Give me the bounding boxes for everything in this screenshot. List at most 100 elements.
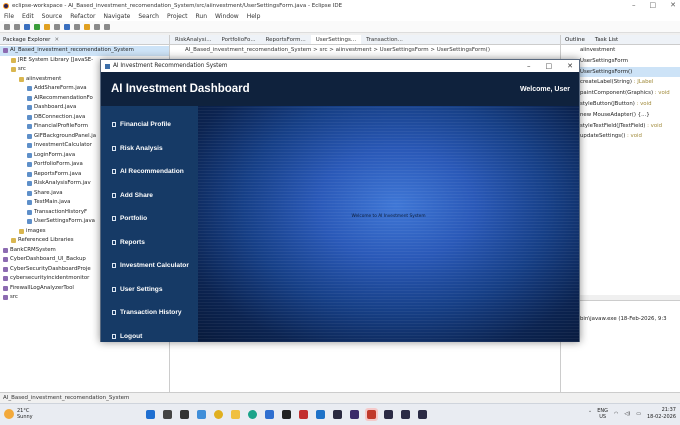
store-taskbar-icon[interactable] [263,408,276,421]
new-icon[interactable] [4,23,10,30]
close-icon[interactable]: ✕ [670,0,676,11]
menu-refactor[interactable]: Refactor [70,13,95,20]
search-icon[interactable] [74,23,80,30]
tree-item-label: LoginForm.java [34,151,76,158]
nav-logout-button[interactable]: Logout [101,325,198,349]
nav-portfolio-button[interactable]: Portfolio [101,207,198,231]
tree-item-label: UserSettingsForm.java [34,218,95,224]
editor-tab[interactable]: Transaction... [361,35,408,44]
weather-condition: Sunny [17,414,33,420]
start-taskbar-icon[interactable] [144,408,157,421]
language-indicator[interactable]: ENG US [597,408,608,420]
outlook-taskbar-icon[interactable] [314,408,327,421]
java-file-icon [27,209,32,215]
app-title-bar[interactable]: AI Investment Recommendation System – □ … [101,60,579,72]
system-tray: ˄ ENG US ◠ ◁) ▭ 21:37 18-02-2026 [589,407,676,421]
nav-transaction-history-button[interactable]: Transaction History [101,301,198,325]
volume-icon[interactable]: ◁) [624,411,630,417]
editor-tab[interactable]: ReportsForm... [261,35,311,44]
placeholder-glyph-icon [112,145,116,151]
save-icon[interactable] [14,23,20,30]
close-icon[interactable]: ✕ [567,60,573,72]
chevron-up-icon[interactable]: ˄ [589,411,592,417]
app-dark-3-taskbar-icon[interactable] [382,408,395,421]
weather-widget[interactable]: 21°C Sunny [4,408,33,420]
package-explorer-title[interactable]: Package Explorer [3,37,50,43]
menu-source[interactable]: Source [42,13,63,20]
debug-icon[interactable] [24,23,30,30]
open-type-icon[interactable] [64,23,70,30]
tree-item-label: TestMain.java [34,199,71,205]
widgets-taskbar-icon[interactable] [195,408,208,421]
external-tools-icon[interactable] [44,23,50,30]
nav-risk-analysis-button[interactable]: Risk Analysis [101,137,198,161]
tree-item[interactable]: AI_Based_investment_recomendation_System [0,46,169,56]
maximize-icon[interactable]: □ [650,0,657,11]
app-dark-taskbar-icon[interactable] [280,408,293,421]
outline-item-type: : void [627,133,642,140]
menu-navigate[interactable]: Navigate [103,13,130,20]
menu-edit[interactable]: Edit [22,13,34,20]
new-java-class-icon[interactable] [54,23,60,30]
annotation-icon[interactable] [84,23,90,30]
project-icon [3,276,8,282]
close-icon[interactable]: ✕ [54,37,59,43]
menu-help[interactable]: Help [247,13,261,20]
app-dark-5-taskbar-icon[interactable] [416,408,429,421]
dashboard-content-panel: Welcome to AI Investment System [198,106,579,342]
app-window: AI Investment Recommendation System – □ … [100,59,580,342]
editor-tab-active[interactable]: UserSettings... [310,35,362,44]
chrome-taskbar-icon[interactable] [212,408,225,421]
outline-item-name: createLabel(String) [580,79,632,86]
project-icon [3,266,8,272]
maximize-icon[interactable]: □ [546,60,553,72]
run-icon[interactable] [34,23,40,30]
forward-icon[interactable] [104,23,110,30]
file-explorer-taskbar-icon[interactable] [229,408,242,421]
ide-window-title: eclipse-workspace - AI_Based_investment_… [12,2,343,9]
editor-tab[interactable]: RiskAnalysi... [170,35,216,44]
outline-item-name: updateSettings() [580,133,626,140]
nav-reports-button[interactable]: Reports [101,231,198,255]
outline-item-type: : void [647,122,663,129]
task-list-tab[interactable]: Task List [595,37,618,43]
nav-user-settings-button[interactable]: User Settings [101,278,198,302]
app-dark-2-taskbar-icon[interactable] [331,408,344,421]
battery-icon[interactable]: ▭ [636,411,641,417]
nav-investment-calculator-button[interactable]: Investment Calculator [101,254,198,278]
clock[interactable]: 21:37 18-02-2026 [647,407,676,421]
project-icon [3,285,8,291]
minimize-icon[interactable]: – [632,0,636,11]
menu-file[interactable]: File [4,13,14,20]
menu-search[interactable]: Search [138,13,159,20]
outline-item[interactable]: aiinvestment [561,45,680,56]
menu-project[interactable]: Project [167,13,188,20]
tree-item-label: FirewallLogAnalyzerTool [10,284,74,291]
nav-label: Add Share [120,191,153,199]
wifi-icon[interactable]: ◠ [614,411,618,417]
minimize-icon[interactable]: – [527,60,531,72]
tree-item-label: Share.java [34,189,63,196]
dashboard-sidebar: Financial Profile Risk Analysis AI Recomme… [101,106,198,342]
eclipse-taskbar-icon[interactable] [348,408,361,421]
menu-run[interactable]: Run [196,13,208,20]
folder-icon [11,67,16,73]
menu-window[interactable]: Window [215,13,239,20]
task-view-taskbar-icon[interactable] [178,408,191,421]
search-taskbar-icon[interactable] [161,408,174,421]
java-file-icon [27,190,32,196]
back-icon[interactable] [94,23,100,30]
app-red-taskbar-icon[interactable] [297,408,310,421]
nav-financial-profile-button[interactable]: Financial Profile [101,113,198,137]
app-dark-4-taskbar-icon[interactable] [399,408,412,421]
editor-tab[interactable]: PortfolioFo... [216,35,260,44]
nav-add-share-button[interactable]: Add Share [101,184,198,208]
region-code: US [599,414,607,420]
edge-taskbar-icon[interactable] [246,408,259,421]
outline-item-type: : void [636,100,652,107]
breadcrumb[interactable]: AI_Based_investment_recomendation_System… [170,45,560,55]
nav-ai-recommendation-button[interactable]: AI Recommendation [101,160,198,184]
outline-tab[interactable]: Outline [565,37,585,43]
outline-item-name: aiinvestment [580,47,616,53]
java-app-taskbar-icon[interactable] [365,408,378,421]
